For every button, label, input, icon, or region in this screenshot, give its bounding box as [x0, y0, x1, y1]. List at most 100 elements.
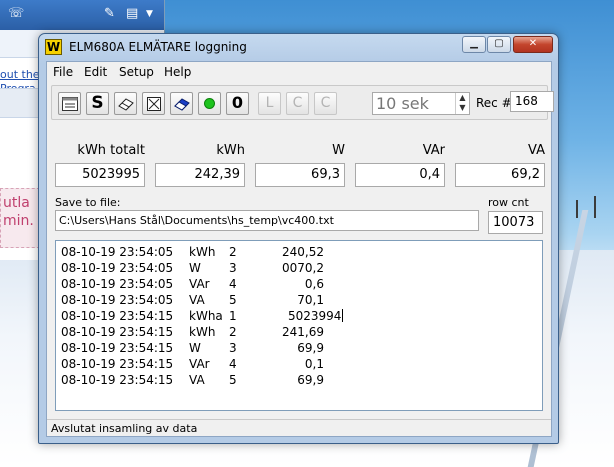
- meter-header: VA: [528, 143, 545, 158]
- page-icon[interactable]: ▤: [126, 6, 138, 21]
- log-unit: kWh: [189, 245, 216, 259]
- save-s-button[interactable]: S: [86, 92, 109, 115]
- ad-text: utla: [3, 195, 30, 211]
- desktop-post: [576, 200, 578, 218]
- window-title: ELM680A ELMÄTARE loggning: [69, 40, 247, 54]
- eraser-button[interactable]: [114, 92, 137, 115]
- log-timestamp: 08-10-19 23:54:15: [61, 325, 174, 339]
- log-value: 70,1: [297, 293, 324, 307]
- spin-buttons[interactable]: ▲ ▼: [455, 93, 469, 114]
- toolbar: S 0 L C C 10 sek ▲ ▼ Rec # 168: [51, 85, 554, 120]
- blue-eraser-icon: [173, 98, 190, 111]
- log-unit: W: [189, 261, 201, 275]
- meter-header: W: [332, 143, 345, 158]
- main-window[interactable]: W ELM680A ELMÄTARE loggning ▁ ▢ ✕ File E…: [38, 33, 559, 444]
- clear-box-button[interactable]: [142, 92, 165, 115]
- log-timestamp: 08-10-19 23:54:15: [61, 373, 174, 387]
- log-channel: 5: [229, 293, 237, 307]
- log-unit: VAr: [189, 357, 210, 371]
- meter-value-kwh[interactable]: 242,39: [155, 163, 245, 187]
- log-value: 0,6: [304, 277, 324, 291]
- close-button[interactable]: ✕: [513, 36, 553, 53]
- close-icon: ✕: [528, 38, 538, 49]
- log-unit: W: [189, 341, 201, 355]
- log-timestamp: 08-10-19 23:54:15: [61, 341, 174, 355]
- meter-value-var[interactable]: 0,4: [355, 163, 445, 187]
- form-button[interactable]: [58, 92, 81, 115]
- meter-value-kwh-total[interactable]: 5023995: [55, 163, 145, 187]
- log-timestamp: 08-10-19 23:54:05: [61, 277, 174, 291]
- status-bar: Avslutat insamling av data: [47, 419, 551, 436]
- menu-bar: File Edit Setup Help: [47, 62, 551, 82]
- background-ad[interactable]: utla min.: [0, 188, 40, 248]
- row-count-label: row cnt: [488, 196, 529, 209]
- rec-value-field[interactable]: 168: [510, 91, 554, 112]
- menu-help[interactable]: Help: [164, 65, 191, 79]
- meter-value-va[interactable]: 69,2: [455, 163, 545, 187]
- log-channel: 2: [229, 325, 237, 339]
- log-value: 5023994: [288, 309, 342, 323]
- chevron-down-icon[interactable]: ▼: [146, 9, 153, 19]
- log-textarea[interactable]: 08-10-19 23:54:05 kWh 2 240,52 08-10-19 …: [55, 240, 543, 411]
- green-dot-icon: [204, 98, 215, 109]
- meter-header: kWh totalt: [77, 143, 145, 158]
- c-button-1[interactable]: C: [286, 92, 309, 115]
- log-unit: kWha: [189, 309, 223, 323]
- background-toolbar: ☏ ✎ ▤ ▼: [0, 0, 164, 30]
- log-unit: VA: [189, 293, 205, 307]
- log-value: 69,9: [297, 341, 324, 355]
- start-button[interactable]: [198, 92, 221, 115]
- log-value: 69,9: [297, 373, 324, 387]
- log-channel: 4: [229, 277, 237, 291]
- client-area: File Edit Setup Help S 0 L C C 10 sek ▲ …: [46, 61, 554, 437]
- save-to-file-label: Save to file:: [55, 196, 121, 209]
- menu-file[interactable]: File: [53, 65, 73, 79]
- log-channel: 5: [229, 373, 237, 387]
- meter-value-w[interactable]: 69,3: [255, 163, 345, 187]
- ad-text: min.: [3, 213, 34, 229]
- log-value: 240,52: [282, 245, 324, 259]
- crossed-box-icon: [146, 97, 161, 111]
- log-value: 0,1: [304, 357, 324, 371]
- log-channel: 3: [229, 261, 237, 275]
- meter-header: kWh: [216, 143, 245, 158]
- minimize-button[interactable]: ▁: [462, 36, 486, 53]
- phone-icon[interactable]: ☏: [8, 6, 24, 21]
- log-timestamp: 08-10-19 23:54:15: [61, 309, 174, 323]
- title-bar[interactable]: W ELM680A ELMÄTARE loggning ▁ ▢ ✕: [39, 34, 558, 60]
- log-unit: VAr: [189, 277, 210, 291]
- log-channel: 3: [229, 341, 237, 355]
- spin-down-icon[interactable]: ▼: [456, 103, 469, 113]
- maximize-button[interactable]: ▢: [487, 36, 511, 53]
- blue-eraser-button[interactable]: [170, 92, 193, 115]
- save-path-field[interactable]: C:\Users\Hans Stål\Documents\hs_temp\vc4…: [55, 210, 479, 231]
- pen-icon[interactable]: ✎: [104, 6, 115, 21]
- maximize-icon: ▢: [494, 38, 504, 49]
- row-count-field[interactable]: 10073: [488, 211, 543, 234]
- rec-label: Rec #: [476, 96, 512, 110]
- app-logo-icon[interactable]: W: [45, 39, 62, 55]
- interval-spinbox[interactable]: 10 sek ▲ ▼: [372, 92, 470, 115]
- log-value: 0070,2: [282, 261, 324, 275]
- log-channel: 2: [229, 245, 237, 259]
- text-caret: [342, 309, 344, 322]
- menu-edit[interactable]: Edit: [84, 65, 107, 79]
- log-timestamp: 08-10-19 23:54:05: [61, 245, 174, 259]
- menu-setup[interactable]: Setup: [119, 65, 154, 79]
- eraser-icon: [117, 98, 134, 111]
- log-value: 241,69: [282, 325, 324, 339]
- l-button[interactable]: L: [258, 92, 281, 115]
- c-button-2[interactable]: C: [314, 92, 337, 115]
- log-unit: kWh: [189, 325, 216, 339]
- desktop-post: [594, 196, 596, 218]
- log-timestamp: 08-10-19 23:54:05: [61, 293, 174, 307]
- log-timestamp: 08-10-19 23:54:15: [61, 357, 174, 371]
- spin-up-icon[interactable]: ▲: [456, 93, 469, 103]
- meter-header: VAr: [422, 143, 445, 158]
- minimize-icon: ▁: [470, 38, 478, 49]
- background-link[interactable]: out the: [0, 68, 40, 81]
- log-channel: 4: [229, 357, 237, 371]
- interval-value: 10 sek: [376, 94, 429, 113]
- log-timestamp: 08-10-19 23:54:05: [61, 261, 174, 275]
- zero-button[interactable]: 0: [226, 92, 249, 115]
